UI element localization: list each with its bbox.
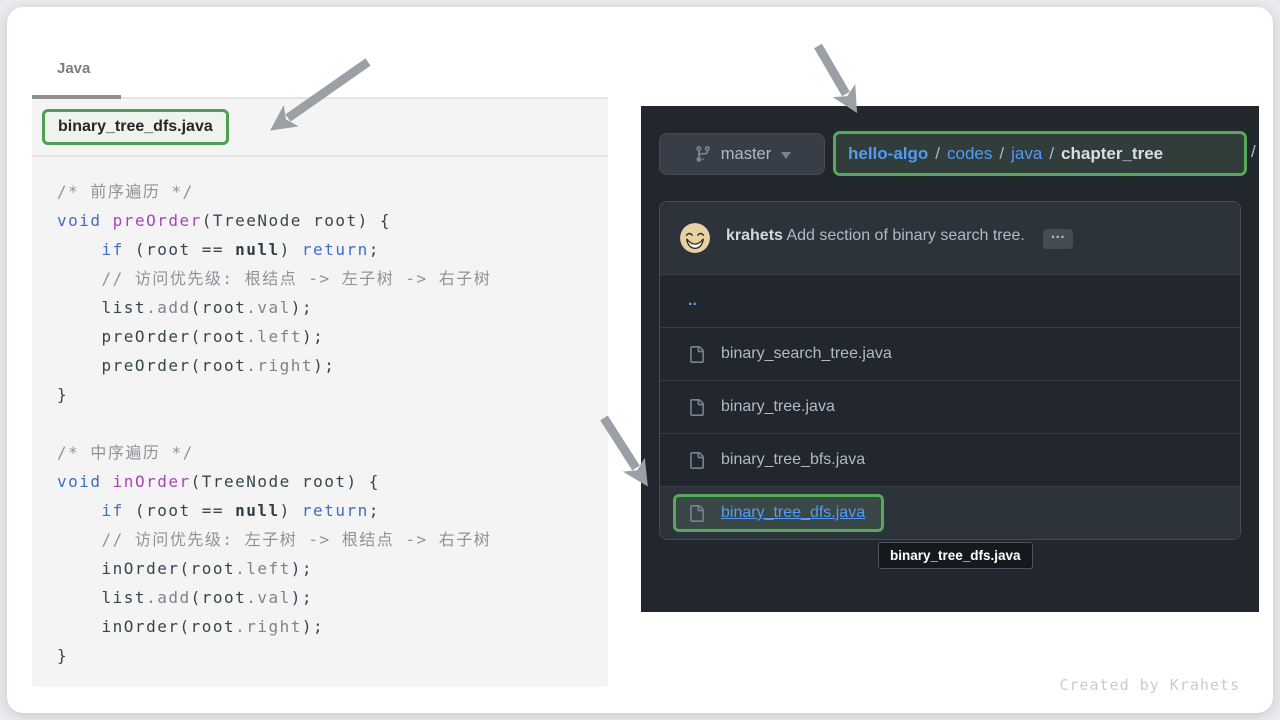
code-line: if (root == null) return;	[57, 235, 608, 264]
breadcrumb-highlight-box: hello-algo / codes / java / chapter_tree	[833, 131, 1247, 176]
file-row-binary-search-tree[interactable]: binary_search_tree.java	[660, 327, 1240, 380]
breadcrumb-java-link[interactable]: java	[1011, 144, 1042, 164]
breadcrumb-current-folder: chapter_tree	[1061, 144, 1163, 164]
code-line: inOrder(root.left);	[57, 554, 608, 583]
code-line: inOrder(root.right);	[57, 612, 608, 641]
commit-message[interactable]: Add section of binary search tree.	[786, 227, 1024, 244]
code-line: void inOrder(TreeNode root) {	[57, 467, 608, 496]
file-list-container: krahets Add section of binary search tre…	[659, 201, 1241, 540]
filename-label: binary_tree_dfs.java	[58, 118, 213, 135]
file-name[interactable]: binary_tree.java	[721, 398, 835, 416]
code-line: /* 中序遍历 */	[57, 438, 608, 467]
avatar[interactable]	[680, 223, 710, 253]
code-line: /* 前序遍历 */	[57, 177, 608, 206]
breadcrumb-trailing-slash: /	[1251, 142, 1256, 162]
file-icon	[688, 452, 705, 469]
file-name[interactable]: binary_tree_bfs.java	[721, 451, 865, 469]
commit-author-link[interactable]: krahets	[726, 227, 783, 244]
code-line	[57, 409, 608, 438]
file-icon	[688, 346, 705, 363]
latest-commit-row: krahets Add section of binary search tre…	[660, 202, 1240, 274]
code-line: preOrder(root.right);	[57, 351, 608, 380]
git-branch-icon	[693, 145, 711, 163]
code-line: }	[57, 380, 608, 409]
file-icon	[688, 505, 705, 522]
file-row-binary-tree[interactable]: binary_tree.java	[660, 380, 1240, 433]
file-row-binary-tree-dfs[interactable]: binary_tree_dfs.java	[660, 486, 1240, 539]
github-file-browser: master hello-algo / codes / java / chapt…	[641, 106, 1259, 612]
branch-name: master	[721, 145, 771, 164]
code-line: list.add(root.val);	[57, 293, 608, 322]
file-highlight-box: binary_tree_dfs.java	[673, 494, 884, 532]
code-line: if (root == null) return;	[57, 496, 608, 525]
file-icon	[688, 399, 705, 416]
breadcrumb-separator: /	[935, 144, 940, 164]
code-line: // 访问优先级: 左子树 -> 根结点 -> 右子树	[57, 525, 608, 554]
branch-selector-button[interactable]: master	[659, 133, 825, 175]
commit-text: krahets Add section of binary search tre…	[726, 227, 1073, 249]
file-link-binary-tree-dfs[interactable]: binary_tree_dfs.java	[721, 504, 865, 522]
breadcrumb-repo-link[interactable]: hello-algo	[848, 144, 928, 164]
file-name[interactable]: binary_search_tree.java	[721, 345, 892, 363]
code-line: preOrder(root.left);	[57, 322, 608, 351]
code-panel: binary_tree_dfs.java /* 前序遍历 */void preO…	[32, 99, 608, 687]
code-line: // 访问优先级: 根结点 -> 左子树 -> 右子树	[57, 264, 608, 293]
chevron-down-icon	[781, 152, 791, 164]
breadcrumb-separator: /	[1049, 144, 1054, 164]
parent-directory-link[interactable]: ..	[688, 292, 697, 310]
breadcrumb-codes-link[interactable]: codes	[947, 144, 992, 164]
code-block: /* 前序遍历 */void preOrder(TreeNode root) {…	[32, 157, 608, 670]
filename-highlight-box: binary_tree_dfs.java	[42, 109, 229, 145]
parent-directory-row[interactable]: ..	[660, 274, 1240, 327]
tab-java[interactable]: Java	[57, 60, 90, 77]
link-tooltip: binary_tree_dfs.java	[878, 542, 1033, 569]
breadcrumb-separator: /	[999, 144, 1004, 164]
code-line: }	[57, 641, 608, 670]
code-line: list.add(root.val);	[57, 583, 608, 612]
commit-ellipsis-button[interactable]: …	[1043, 229, 1073, 249]
watermark: Created by Krahets	[1059, 676, 1240, 694]
file-row-binary-tree-bfs[interactable]: binary_tree_bfs.java	[660, 433, 1240, 486]
code-line: void preOrder(TreeNode root) {	[57, 206, 608, 235]
code-filename-header: binary_tree_dfs.java	[32, 99, 608, 157]
